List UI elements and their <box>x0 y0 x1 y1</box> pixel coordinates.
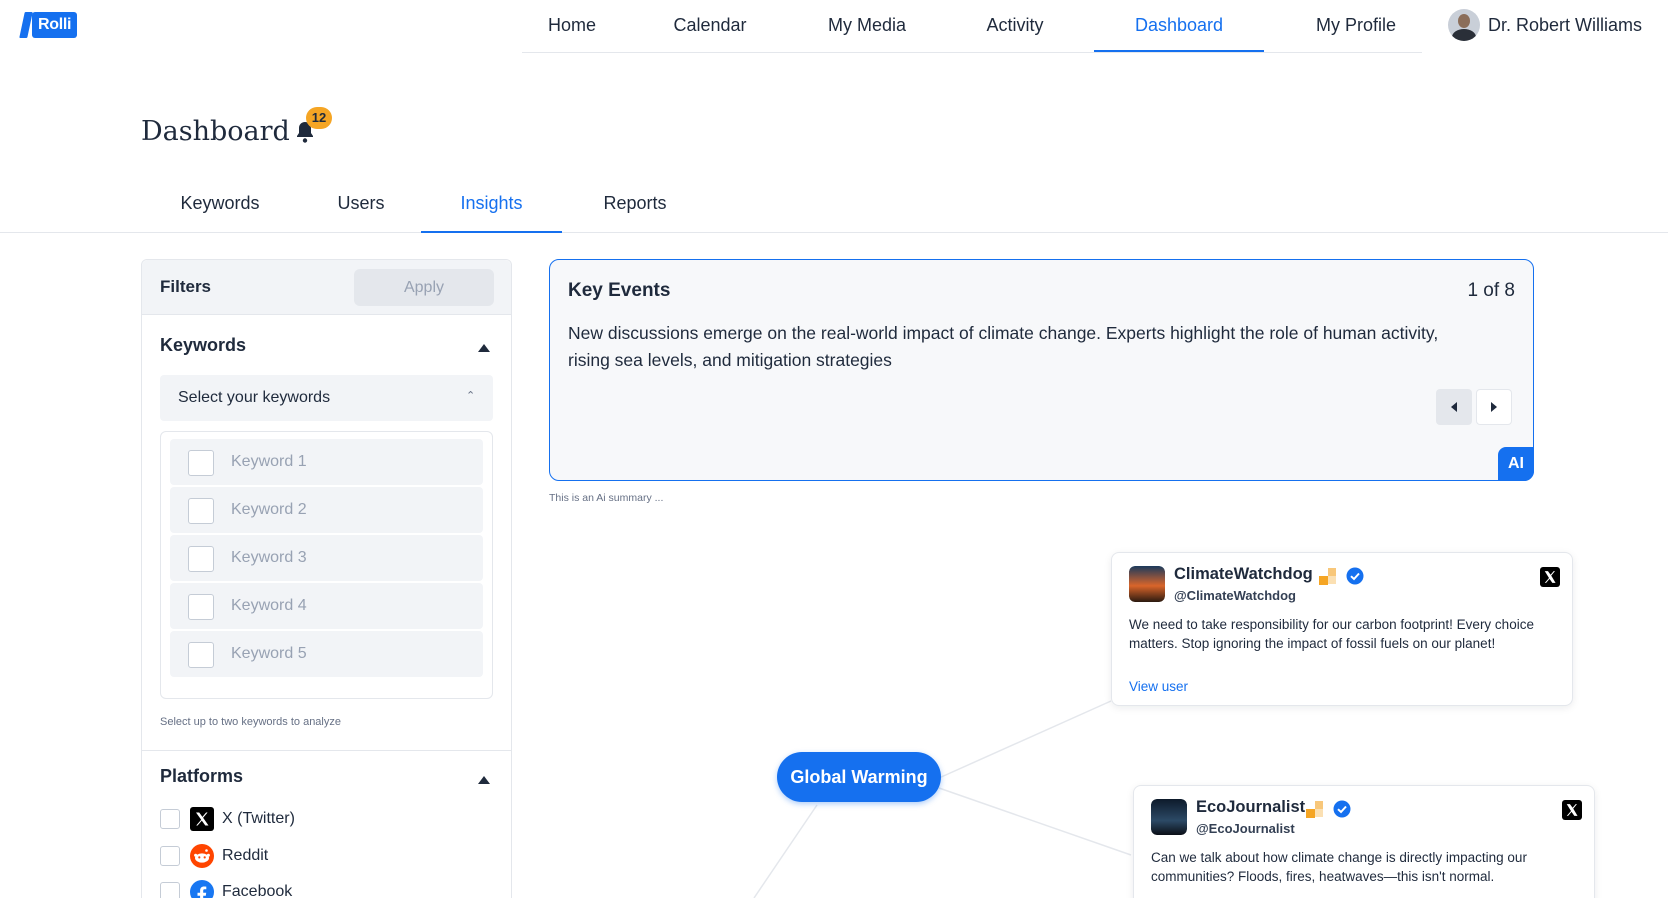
apply-button[interactable]: Apply <box>354 269 494 306</box>
dashboard-tabs: Keywords Users Insights Reports <box>0 178 1668 233</box>
notification-badge: 12 <box>306 107 332 129</box>
key-events-title: Key Events <box>568 280 671 301</box>
keyword-option[interactable]: Keyword 1 <box>170 439 483 485</box>
tab-users[interactable]: Users <box>316 178 406 233</box>
avatar <box>1448 9 1480 41</box>
platform-checkbox[interactable] <box>160 809 180 829</box>
logo-text: Rolli <box>32 12 78 38</box>
keyword-option[interactable]: Keyword 4 <box>170 583 483 629</box>
keywords-section-title: Keywords <box>160 335 247 355</box>
collapse-keywords-icon[interactable] <box>478 344 490 352</box>
keyword-option[interactable]: Keyword 5 <box>170 631 483 677</box>
tab-reports[interactable]: Reports <box>587 178 683 233</box>
x-logo-icon[interactable] <box>1562 800 1582 820</box>
post-author-handle: @ClimateWatchdog <box>1174 588 1296 603</box>
platform-label: X (Twitter) <box>222 810 295 827</box>
reddit-logo-icon <box>190 844 214 868</box>
global-warming-node[interactable]: Global Warming <box>777 752 941 802</box>
keyword-option[interactable]: Keyword 3 <box>170 535 483 581</box>
post-text: Can we talk about how climate change is … <box>1151 850 1527 884</box>
keyword-checkbox[interactable] <box>188 498 214 524</box>
verified-badge-icon <box>1333 800 1351 818</box>
user-flag-icon <box>1306 801 1323 818</box>
facebook-logo-icon <box>190 880 214 898</box>
platform-label: Reddit <box>222 847 269 864</box>
keyword-label: Keyword 1 <box>231 453 307 470</box>
post-card: ClimateWatchdog @ClimateWatchdog We need… <box>1111 552 1573 706</box>
user-avatar[interactable] <box>1129 566 1165 602</box>
page-title: Dashboard <box>141 116 290 147</box>
keyword-list: Keyword 1 Keyword 2 Keyword 3 Keyword 4 … <box>160 431 493 699</box>
caret-left-icon <box>1451 402 1457 412</box>
divider <box>142 750 511 751</box>
nav-dashboard[interactable]: Dashboard <box>1094 0 1264 52</box>
filters-header: Filters Apply <box>142 260 511 315</box>
tab-keywords[interactable]: Keywords <box>162 178 278 233</box>
user-name: Dr. Robert Williams <box>1488 14 1643 35</box>
post-author-handle: @EcoJournalist <box>1196 821 1295 836</box>
platform-checkbox[interactable] <box>160 846 180 866</box>
main-nav: Home Calendar My Media Activity Dashboar… <box>522 0 1422 53</box>
platform-option-x[interactable]: X (Twitter) <box>160 807 295 831</box>
nav-calendar[interactable]: Calendar <box>655 0 765 52</box>
keyword-option[interactable]: Keyword 2 <box>170 487 483 533</box>
user-profile[interactable]: Dr. Robert Williams <box>1448 9 1642 41</box>
user-avatar[interactable] <box>1151 799 1187 835</box>
post-text: We need to take responsibility for our c… <box>1129 617 1534 651</box>
keyword-label: Keyword 3 <box>231 549 307 566</box>
keyword-checkbox[interactable] <box>188 546 214 572</box>
nav-activity[interactable]: Activity <box>962 0 1068 52</box>
ai-summary-note: This is an Ai summary ... <box>549 492 664 504</box>
nav-my-media[interactable]: My Media <box>807 0 927 52</box>
keyword-label: Keyword 5 <box>231 645 307 662</box>
filters-panel: Filters Apply Keywords Select your keywo… <box>141 259 512 898</box>
caret-right-icon <box>1491 402 1497 412</box>
top-bar: Rolli Home Calendar My Media Activity Da… <box>0 0 1668 53</box>
previous-event-button[interactable] <box>1436 389 1472 425</box>
platforms-section-title: Platforms <box>160 766 244 786</box>
platform-checkbox[interactable] <box>160 882 180 898</box>
verified-badge-icon <box>1346 567 1364 585</box>
keyword-checkbox[interactable] <box>188 450 214 476</box>
tab-insights[interactable]: Insights <box>421 178 562 233</box>
post-author-name: ClimateWatchdog <box>1174 565 1313 583</box>
platform-label: Facebook <box>222 883 293 898</box>
user-flag-icon <box>1319 568 1336 585</box>
x-logo-icon[interactable] <box>1540 567 1560 587</box>
keyword-checkbox[interactable] <box>188 594 214 620</box>
keywords-dropdown-placeholder: Select your keywords <box>178 389 331 406</box>
keyword-checkbox[interactable] <box>188 642 214 668</box>
x-logo-icon <box>190 807 214 831</box>
next-event-button[interactable] <box>1476 389 1512 425</box>
filters-title: Filters <box>160 277 212 296</box>
logo-mark-icon <box>19 12 33 38</box>
platform-option-reddit[interactable]: Reddit <box>160 844 268 868</box>
chevron-up-icon: ⌃ <box>466 390 476 402</box>
key-events-summary: New discussions emerge on the real-world… <box>568 323 1439 370</box>
key-events-card: Key Events 1 of 8 New discussions emerge… <box>549 259 1534 481</box>
ai-badge: AI <box>1498 447 1534 481</box>
nav-my-profile[interactable]: My Profile <box>1296 0 1416 52</box>
post-card: EcoJournalist @EcoJournalist Can we talk… <box>1133 785 1595 898</box>
post-author-name: EcoJournalist <box>1196 798 1306 816</box>
keyword-label: Keyword 4 <box>231 597 307 614</box>
key-events-counter: 1 of 8 <box>1467 280 1515 301</box>
platform-option-facebook[interactable]: Facebook <box>160 880 292 898</box>
keyword-label: Keyword 2 <box>231 501 307 518</box>
keywords-dropdown[interactable]: Select your keywords ⌃ <box>160 375 493 421</box>
nav-home[interactable]: Home <box>522 0 622 52</box>
keywords-hint: Select up to two keywords to analyze <box>160 716 341 728</box>
collapse-platforms-icon[interactable] <box>478 776 490 784</box>
rolli-logo[interactable]: Rolli <box>19 11 78 39</box>
view-user-link[interactable]: View user <box>1129 679 1188 694</box>
